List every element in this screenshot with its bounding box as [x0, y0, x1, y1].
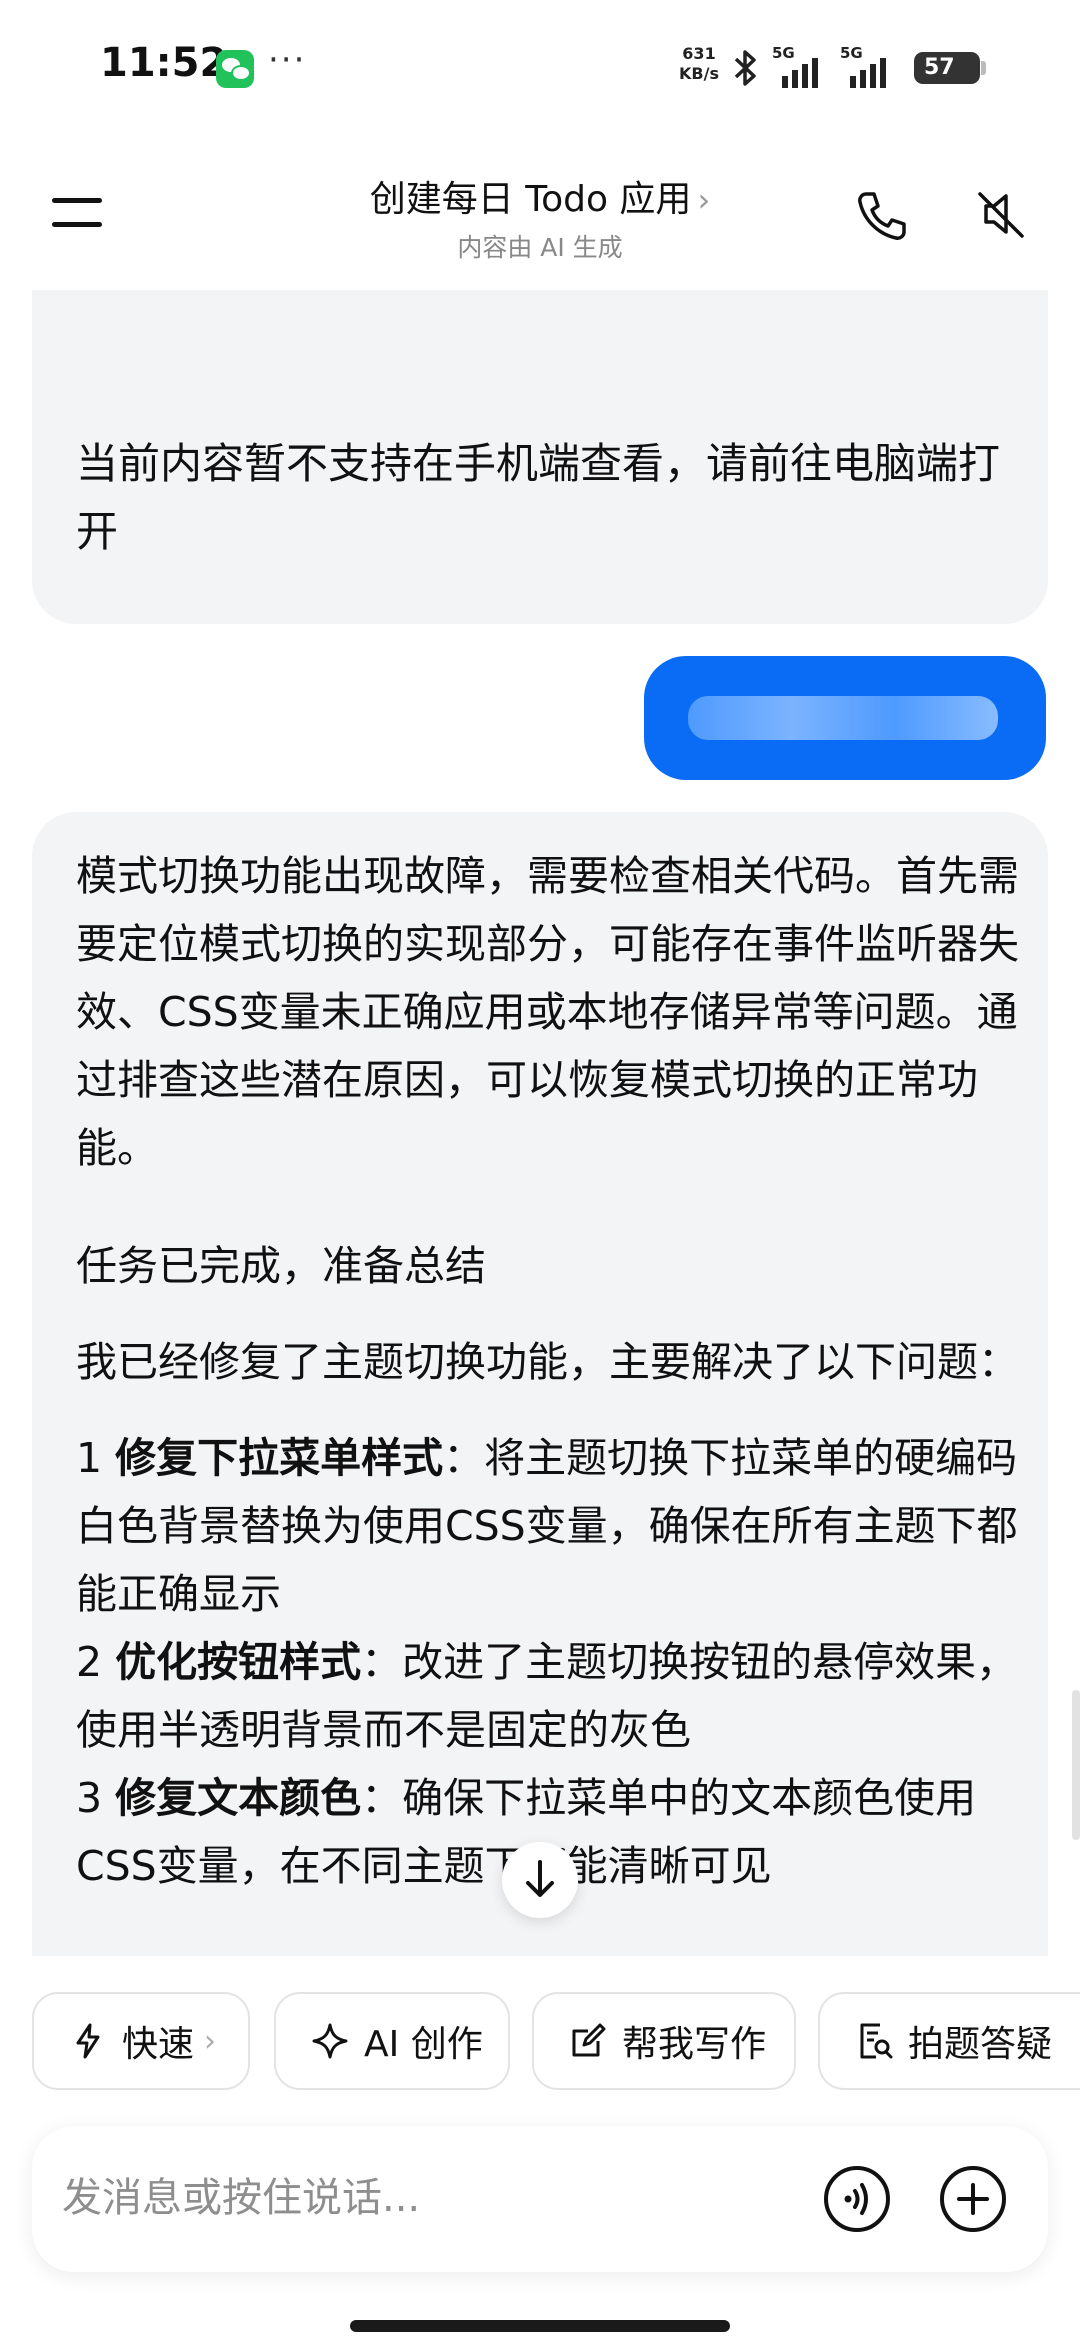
network-speed-unit: KB/s — [679, 64, 719, 83]
ai-message-bubble: 模式切换功能出现故障，需要检查相关代码。首先需要定位模式切换的实现部分，可能存在… — [32, 812, 1048, 1956]
battery-icon: 57 — [914, 52, 986, 84]
list-number: 3 — [76, 1774, 116, 1822]
scrollbar[interactable] — [1072, 1690, 1080, 1840]
message-input-bar — [32, 2126, 1048, 2272]
signal-bars-icon — [850, 58, 886, 88]
page-title-text: 创建每日 Todo 应用 — [369, 179, 692, 220]
voice-input-icon[interactable] — [822, 2164, 892, 2234]
menu-icon-line — [52, 222, 102, 227]
chevron-right-icon: › — [697, 181, 711, 219]
ai-message-content: 模式切换功能出现故障，需要检查相关代码。首先需要定位模式切换的实现部分，可能存在… — [76, 842, 1026, 1900]
home-indicator[interactable] — [350, 2320, 730, 2332]
fix-list-item: 1 修复下拉菜单样式：将主题切换下拉菜单的硬编码白色背景替换为使用CSS变量，确… — [76, 1424, 1026, 1628]
help-write-chip[interactable]: 帮我写作 — [532, 1992, 796, 2090]
list-number: 2 — [76, 1638, 116, 1686]
chip-label: AI 创作 — [364, 2024, 483, 2065]
message-input[interactable] — [62, 2162, 822, 2234]
more-notifications-icon: ··· — [268, 40, 307, 80]
list-item-title: 修复文本颜色 — [115, 1774, 362, 1822]
page-title: 创建每日 Todo 应用 › — [240, 170, 840, 222]
chat-header: 创建每日 Todo 应用 › 内容由 AI 生成 — [0, 140, 1080, 290]
user-message-blurred-text — [688, 696, 998, 740]
signal-sim2: 5G — [840, 44, 906, 88]
network-speed: 631 KB/s — [676, 44, 722, 84]
list-item-title: 修复下拉菜单样式 — [115, 1434, 444, 1482]
task-status-text: 任务已完成，准备总结 — [76, 1242, 486, 1290]
list-number: 1 — [76, 1434, 116, 1482]
wechat-icon — [216, 50, 254, 88]
speaker-mute-icon[interactable] — [970, 184, 1030, 244]
plus-icon[interactable] — [938, 2164, 1008, 2234]
signal-bars-icon — [782, 58, 818, 88]
photo-search-icon — [860, 2023, 893, 2059]
chip-label: 帮我写作 — [622, 2024, 767, 2065]
lightning-icon — [76, 2023, 100, 2059]
ai-message-paragraph: 模式切换功能出现故障，需要检查相关代码。首先需要定位模式切换的实现部分，可能存在… — [76, 852, 1019, 1172]
phone-call-icon[interactable] — [852, 186, 912, 246]
ai-message-text: 当前内容暂不支持在手机端查看，请前往电脑端打开 — [76, 439, 1001, 556]
bluetooth-icon — [734, 50, 756, 86]
fix-list-item: 2 优化按钮样式：改进了主题切换按钮的悬停效果，使用半透明背景而不是固定的灰色 — [76, 1628, 1026, 1764]
chat-scroll-area[interactable]: 当前内容暂不支持在手机端查看，请前往电脑端打开 模式切换功能出现故障，需要检查相… — [0, 290, 1080, 1956]
chip-label: 快速 — [122, 2024, 195, 2065]
quick-mode-chip[interactable]: 快速 › — [32, 1992, 250, 2090]
user-message-bubble — [644, 656, 1046, 780]
conversation-title[interactable]: 创建每日 Todo 应用 › 内容由 AI 生成 — [240, 170, 840, 264]
status-bar: 11:52 ··· 631 KB/s 5G 5G 57 — [0, 0, 1080, 140]
ai-message-paragraph: 我已经修复了主题切换功能，主要解决了以下问题： — [76, 1338, 1019, 1386]
network-speed-value: 631 — [682, 44, 716, 63]
clock: 11:52 — [100, 40, 228, 86]
sparkle-icon — [312, 2023, 348, 2059]
signal-sim1: 5G — [772, 44, 838, 88]
ai-create-chip[interactable]: AI 创作 — [274, 1992, 510, 2090]
chip-label: 拍题答疑 — [908, 2024, 1053, 2065]
menu-icon-line — [52, 198, 102, 203]
photo-question-chip[interactable]: 拍题答疑 — [818, 1992, 1080, 2090]
ai-disclaimer: 内容由 AI 生成 — [457, 233, 623, 262]
scroll-to-bottom-button[interactable] — [502, 1842, 578, 1918]
quick-actions-bar: 快速 › AI 创作 帮我写作 拍题答疑 — [0, 1992, 1080, 2092]
ai-message-bubble: 当前内容暂不支持在手机端查看，请前往电脑端打开 — [32, 290, 1048, 624]
menu-button[interactable] — [48, 190, 108, 234]
list-item-title: 优化按钮样式 — [115, 1638, 362, 1686]
chevron-right-icon: › — [204, 2023, 217, 2059]
edit-icon — [572, 2023, 606, 2057]
